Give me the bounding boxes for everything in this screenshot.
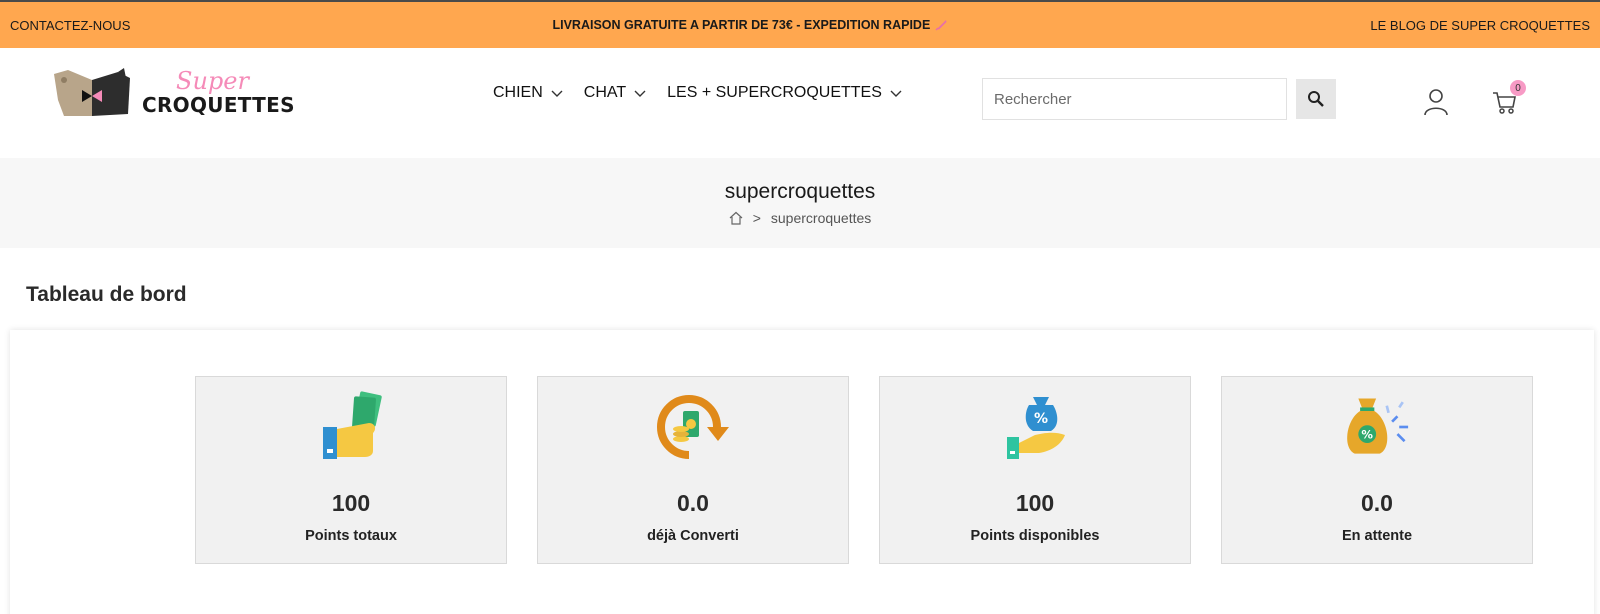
breadcrumb: > supercroquettes [0, 210, 1600, 226]
logo-croquettes-text: CROQUETTES [142, 93, 295, 117]
search-form [982, 78, 1336, 120]
site-logo[interactable]: Super CROQUETTES [52, 67, 294, 120]
nav-label: LES + SUPERCROQUETTES [667, 84, 882, 101]
search-button[interactable] [1296, 79, 1336, 119]
svg-text:%: % [1034, 411, 1048, 427]
dashboard-title: Tableau de bord [26, 283, 187, 306]
cart-button[interactable]: 0 [1492, 80, 1526, 116]
stat-card-total-points: 100 Points totaux [195, 376, 507, 564]
page-title: supercroquettes [724, 180, 876, 203]
dashboard-panel: 100 Points totaux 0.0 déjà Converti % 10… [10, 330, 1594, 614]
breadcrumb-current: supercroquettes [770, 210, 872, 226]
stat-label: déjà Converti [647, 528, 739, 544]
user-account-icon[interactable] [1423, 88, 1449, 116]
stats-cards: 100 Points totaux 0.0 déjà Converti % 10… [195, 376, 1533, 564]
search-icon [1308, 91, 1324, 107]
promo-text: LIVRAISON GRATUITE A PARTIR DE 73€ - EXP… [552, 18, 931, 32]
stat-card-available-points: % 100 Points disponibles [879, 376, 1191, 564]
rocket-icon [935, 20, 947, 31]
money-convert-icon [657, 395, 729, 459]
nav-item-chat[interactable]: CHAT [584, 84, 647, 102]
stat-label: Points disponibles [970, 528, 1100, 544]
logo-super-text: Super [176, 67, 249, 95]
money-bag-pending-icon: % [1347, 398, 1409, 454]
page-header-band: supercroquettes > supercroquettes [0, 158, 1600, 248]
hand-cash-icon [323, 391, 382, 459]
stat-card-pending: % 0.0 En attente [1221, 376, 1533, 564]
stat-value: 100 [331, 490, 371, 516]
nav-label: CHIEN [493, 84, 543, 101]
main-nav: CHIEN CHAT LES + SUPERCROQUETTES [493, 84, 903, 102]
stat-card-converted: 0.0 déjà Converti [537, 376, 849, 564]
chevron-down-icon [551, 90, 563, 97]
nav-label: CHAT [583, 84, 627, 101]
chevron-down-icon [890, 90, 902, 97]
site-header: Super CROQUETTES CHIEN CHAT LES + SUPERC… [0, 48, 1600, 158]
breadcrumb-separator: > [752, 210, 761, 226]
promo-bar: CONTACTEZ-NOUS LIVRAISON GRATUITE A PART… [0, 0, 1600, 48]
nav-item-supercroquettes[interactable]: LES + SUPERCROQUETTES [667, 84, 903, 102]
cat-dog-logo-icon [54, 68, 130, 116]
stat-value: 0.0 [677, 490, 709, 516]
stat-label: Points totaux [305, 528, 397, 544]
chevron-down-icon [634, 90, 646, 97]
hand-money-bag-icon: % [1007, 397, 1065, 459]
stat-value: 0.0 [1361, 490, 1393, 516]
promo-message: LIVRAISON GRATUITE A PARTIR DE 73€ - EXP… [552, 18, 948, 32]
cart-count-badge: 0 [1510, 80, 1526, 96]
nav-item-chien[interactable]: CHIEN [493, 84, 564, 102]
svg-text:%: % [1361, 428, 1373, 442]
stat-value: 100 [1015, 490, 1055, 516]
logo-wordmark: Super CROQUETTES [142, 67, 294, 119]
search-input[interactable] [982, 78, 1287, 120]
contact-link[interactable]: CONTACTEZ-NOUS [10, 18, 130, 33]
blog-link[interactable]: LE BLOG DE SUPER CROQUETTES [1370, 18, 1590, 33]
home-icon[interactable] [729, 211, 743, 225]
stat-label: En attente [1341, 528, 1413, 544]
